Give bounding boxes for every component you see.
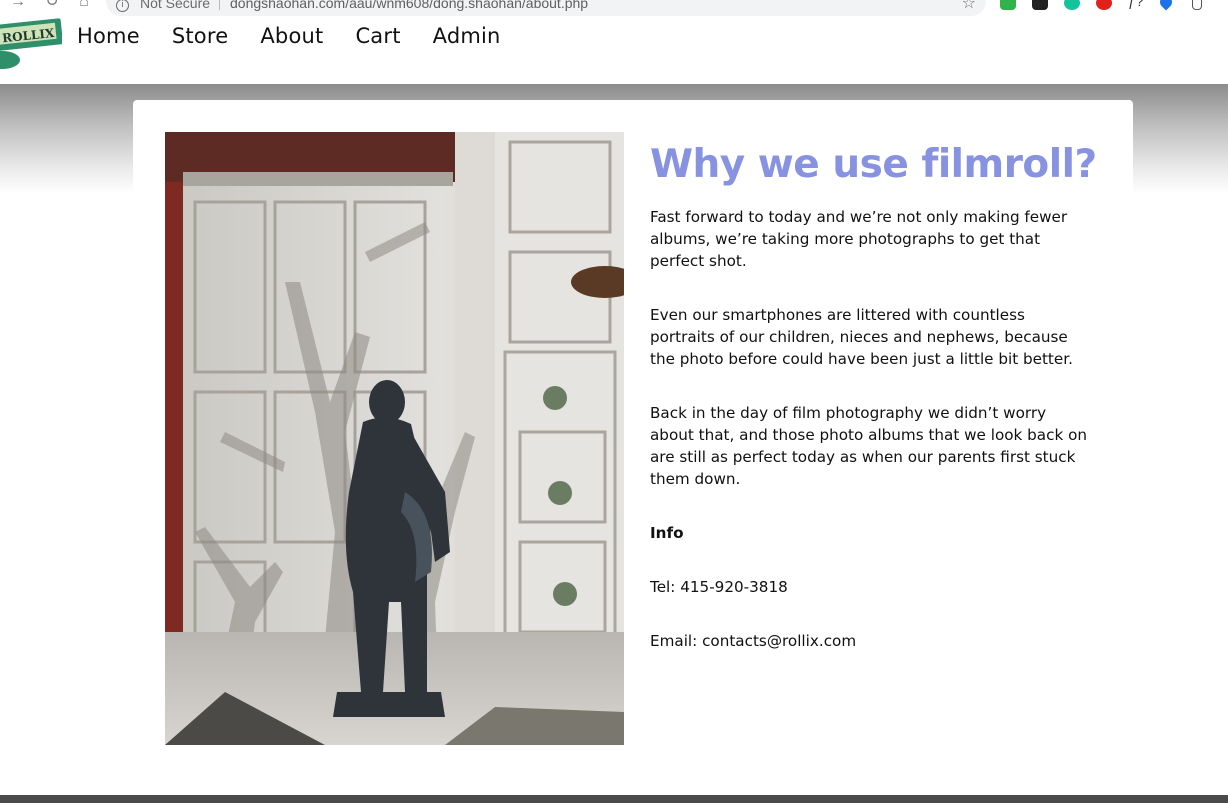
about-content: Why we use filmroll? Fast forward to tod…	[650, 140, 1097, 684]
nav-cart-link[interactable]: Cart	[355, 22, 400, 50]
reload-icon[interactable]: ↻	[42, 0, 62, 10]
nav-about-link[interactable]: About	[260, 22, 323, 50]
url-text[interactable]: dongshaohan.com/aau/wnm608/dong.shaohan/…	[230, 0, 588, 11]
main-nav: Home Store About Cart Admin	[77, 22, 533, 50]
security-label: Not Secure	[140, 0, 211, 11]
contact-email: Email: contacts@rollix.com	[650, 632, 857, 650]
info-icon[interactable]: i	[116, 0, 129, 12]
forward-icon[interactable]: →	[8, 0, 28, 10]
site-header: ROLLIX Home Store About Cart Admin	[0, 18, 1228, 84]
about-paragraph-2: Even our smartphones are littered with c…	[650, 306, 1073, 368]
page-bottom-edge	[0, 795, 1228, 803]
about-card: Why we use filmroll? Fast forward to tod…	[133, 100, 1133, 780]
address-bar[interactable]: i Not Secure dongshaohan.com/aau/wnm608/…	[106, 0, 986, 16]
page-heading: Why we use filmroll?	[650, 142, 1097, 187]
bookmark-star-icon[interactable]: ☆	[962, 0, 976, 13]
grammarly-extension-icon[interactable]	[1064, 0, 1080, 10]
nav-admin-link[interactable]: Admin	[433, 22, 501, 50]
rollix-logo[interactable]: ROLLIX	[0, 14, 62, 76]
contact-tel: Tel: 415-920-3818	[650, 578, 788, 596]
home-icon[interactable]: ⌂	[74, 0, 94, 10]
about-paragraph-3: Back in the day of film photography we d…	[650, 404, 1087, 488]
address-separator	[219, 0, 220, 10]
location-extension-icon[interactable]	[1157, 0, 1175, 11]
extension-icon[interactable]	[1032, 0, 1048, 10]
info-heading: Info	[650, 524, 684, 542]
fx-extension-icon[interactable]: ƒ?	[1128, 0, 1144, 10]
browser-toolbar: → ↻ ⌂ i Not Secure dongshaohan.com/aau/w…	[0, 0, 1228, 20]
adblock-extension-icon[interactable]	[1096, 0, 1112, 10]
nav-store-link[interactable]: Store	[172, 22, 229, 50]
bookmark-extension-icon[interactable]	[1192, 0, 1202, 10]
about-paragraph-1: Fast forward to today and we’re not only…	[650, 208, 1068, 270]
evernote-extension-icon[interactable]	[1000, 0, 1016, 10]
statue-photo	[165, 132, 624, 745]
nav-home-link[interactable]: Home	[77, 22, 140, 50]
